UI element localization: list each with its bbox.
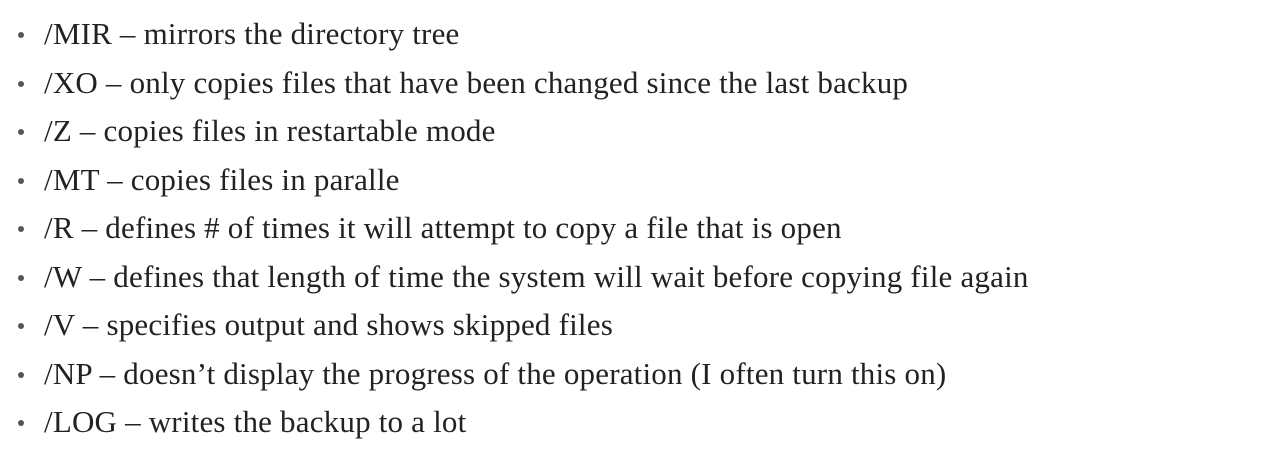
list-item: /NP – doesn’t display the progress of th… xyxy=(18,350,1029,399)
bullet-icon xyxy=(18,80,24,87)
bullet-list: /MIR – mirrors the directory tree /XO – … xyxy=(18,10,1029,447)
bullet-icon xyxy=(18,371,24,378)
list-item: /R – defines # of times it will attempt … xyxy=(18,204,1029,253)
bullet-icon xyxy=(18,129,24,136)
list-item-text: /MT – copies files in paralle xyxy=(44,161,400,197)
list-item: /Z – copies files in restartable mode xyxy=(18,107,1029,156)
list-item-text: /LOG – writes the backup to a lot xyxy=(44,404,467,440)
list-item: /MIR – mirrors the directory tree xyxy=(18,10,1029,59)
list-item-text: /MIR – mirrors the directory tree xyxy=(44,16,460,52)
list-item: /MT – copies files in paralle xyxy=(18,156,1029,205)
list-item-text: /XO – only copies files that have been c… xyxy=(44,64,909,100)
list-item-text: /Z – copies files in restartable mode xyxy=(44,113,496,149)
list-item-text: /V – specifies output and shows skipped … xyxy=(44,307,613,343)
bullet-icon xyxy=(18,226,24,233)
list-item: /W – defines that length of time the sys… xyxy=(18,253,1029,302)
list-item: /LOG – writes the backup to a lot xyxy=(18,398,1029,447)
bullet-icon xyxy=(18,32,24,39)
list-item-text: /W – defines that length of time the sys… xyxy=(44,258,1029,294)
bullet-icon xyxy=(18,323,24,330)
list-item: /V – specifies output and shows skipped … xyxy=(18,301,1029,350)
list-item-text: /R – defines # of times it will attempt … xyxy=(44,210,842,246)
list-item: /XO – only copies files that have been c… xyxy=(18,59,1029,108)
bullet-icon xyxy=(18,420,24,427)
bullet-icon xyxy=(18,177,24,184)
bullet-icon xyxy=(18,274,24,281)
list-item-text: /NP – doesn’t display the progress of th… xyxy=(44,355,947,391)
slide-page: /MIR – mirrors the directory tree /XO – … xyxy=(0,0,1270,458)
